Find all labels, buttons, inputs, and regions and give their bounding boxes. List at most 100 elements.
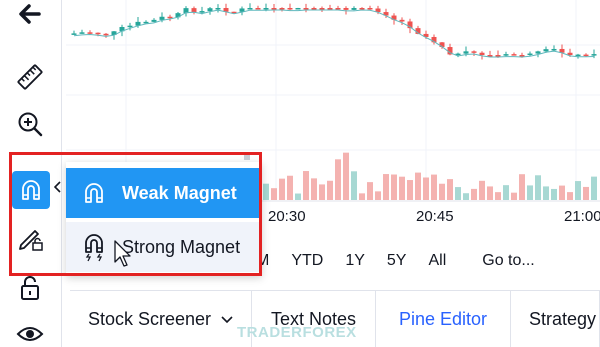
back-arrow-icon[interactable]	[8, 0, 52, 34]
volume-bar	[463, 193, 469, 200]
chevron-left-icon	[53, 181, 62, 196]
candle-body	[303, 8, 309, 10]
volume-bar	[407, 180, 413, 200]
candle-body	[159, 16, 165, 20]
volume-bar	[471, 188, 477, 200]
range-button-all[interactable]: All	[428, 252, 446, 270]
volume-bar	[383, 174, 389, 200]
time-axis-label: 20:45	[416, 208, 454, 225]
volume-bar	[479, 180, 485, 200]
volume-bar	[335, 159, 341, 200]
magnet-icon	[22, 180, 40, 200]
volume-bar	[295, 193, 301, 200]
volume-bar	[375, 191, 381, 200]
menu-item-label: Weak Magnet	[122, 182, 237, 203]
candle-body	[583, 54, 589, 57]
volume-bar	[391, 174, 397, 200]
candle-body	[71, 33, 77, 35]
volume-bar	[303, 171, 309, 200]
volume-bar	[591, 176, 597, 200]
ruler-icon[interactable]	[8, 57, 52, 97]
volume-bar	[535, 175, 541, 200]
volume-bar	[351, 171, 357, 200]
candle-body	[359, 8, 365, 10]
tab-pine-editor[interactable]: Pine Editor	[376, 291, 511, 347]
candle-body	[495, 55, 501, 57]
volume-bar	[399, 176, 405, 200]
menu-item-weak-magnet[interactable]: Weak Magnet	[66, 168, 262, 218]
volume-bar	[495, 192, 501, 200]
candle-body	[191, 8, 197, 13]
candle-body	[519, 55, 525, 57]
volume-bar	[423, 177, 429, 200]
volume-bar	[567, 192, 573, 200]
candle-body	[535, 51, 541, 54]
volume-bar	[359, 193, 365, 200]
moving-average-line	[73, 9, 595, 58]
volume-bar	[543, 186, 549, 200]
candle-body	[335, 8, 341, 10]
candle-body	[271, 8, 277, 10]
magnet-mode-button[interactable]	[12, 171, 50, 209]
tab-label: Stock Screener	[87, 309, 212, 329]
volume-bar	[367, 182, 373, 200]
eye-icon[interactable]	[8, 314, 52, 347]
zoom-in-icon[interactable]	[8, 104, 52, 144]
tab-strategy[interactable]: Strategy	[511, 291, 600, 347]
candle-body	[327, 8, 333, 10]
volume-bar	[279, 178, 285, 200]
menu-item-label: Strong Magnet	[122, 236, 241, 257]
candle-body	[279, 8, 285, 10]
volume-bar	[343, 152, 349, 200]
candle-body	[367, 8, 373, 10]
range-button-1y[interactable]: 1Y	[345, 252, 365, 270]
volume-bar	[311, 178, 317, 200]
candle-body	[79, 32, 85, 34]
volume-bar	[487, 186, 493, 200]
candle-body	[399, 19, 405, 22]
time-axis-label: 20:30	[268, 208, 306, 225]
candle-body	[479, 52, 485, 55]
volume-bar	[519, 174, 525, 200]
volume-bar	[551, 188, 557, 200]
candle-body	[575, 54, 581, 57]
menu-item-strong-magnet[interactable]: Strong Magnet	[66, 222, 262, 272]
candle-body	[255, 8, 261, 10]
volume-bar	[431, 174, 437, 200]
lock-icon[interactable]	[8, 268, 52, 308]
watermark: TRADERFOREX	[237, 324, 357, 341]
candle-body	[567, 52, 573, 55]
goto-date-button[interactable]: Go to...	[482, 252, 534, 270]
candle-body	[263, 8, 269, 10]
volume-bar	[271, 188, 277, 200]
candle-body	[463, 51, 469, 54]
tab-label: Strategy	[529, 309, 597, 329]
mouse-cursor-icon	[114, 240, 132, 273]
pencil-lock-icon[interactable]	[8, 218, 52, 258]
candle-body	[295, 8, 301, 10]
volume-bar	[263, 183, 269, 200]
volume-bar	[455, 187, 461, 200]
volume-bar	[559, 185, 565, 200]
candle-body	[207, 8, 213, 12]
candle-body	[471, 51, 477, 53]
volume-bar	[439, 183, 445, 200]
range-button-5y[interactable]: 5Y	[387, 252, 407, 270]
candle-body	[151, 19, 157, 22]
volume-bar	[583, 186, 589, 200]
volume-bar	[511, 192, 517, 200]
scroll-indicator	[244, 154, 250, 160]
range-button-ytd[interactable]: YTD	[291, 252, 323, 270]
magnet-icon	[66, 180, 122, 206]
volume-bar	[503, 185, 509, 200]
candle-body	[287, 8, 293, 10]
tab-stock-screener[interactable]: Stock Screener	[70, 291, 252, 347]
candle-body	[551, 48, 557, 51]
candle-body	[95, 32, 101, 35]
chevron-down-icon[interactable]	[221, 312, 233, 327]
candle-body	[319, 8, 325, 10]
candle-body	[311, 8, 317, 10]
magnet-mode-menu: Weak Magnet Strong Magnet	[66, 154, 262, 276]
candle-body	[591, 54, 597, 56]
candle-body	[143, 21, 149, 24]
